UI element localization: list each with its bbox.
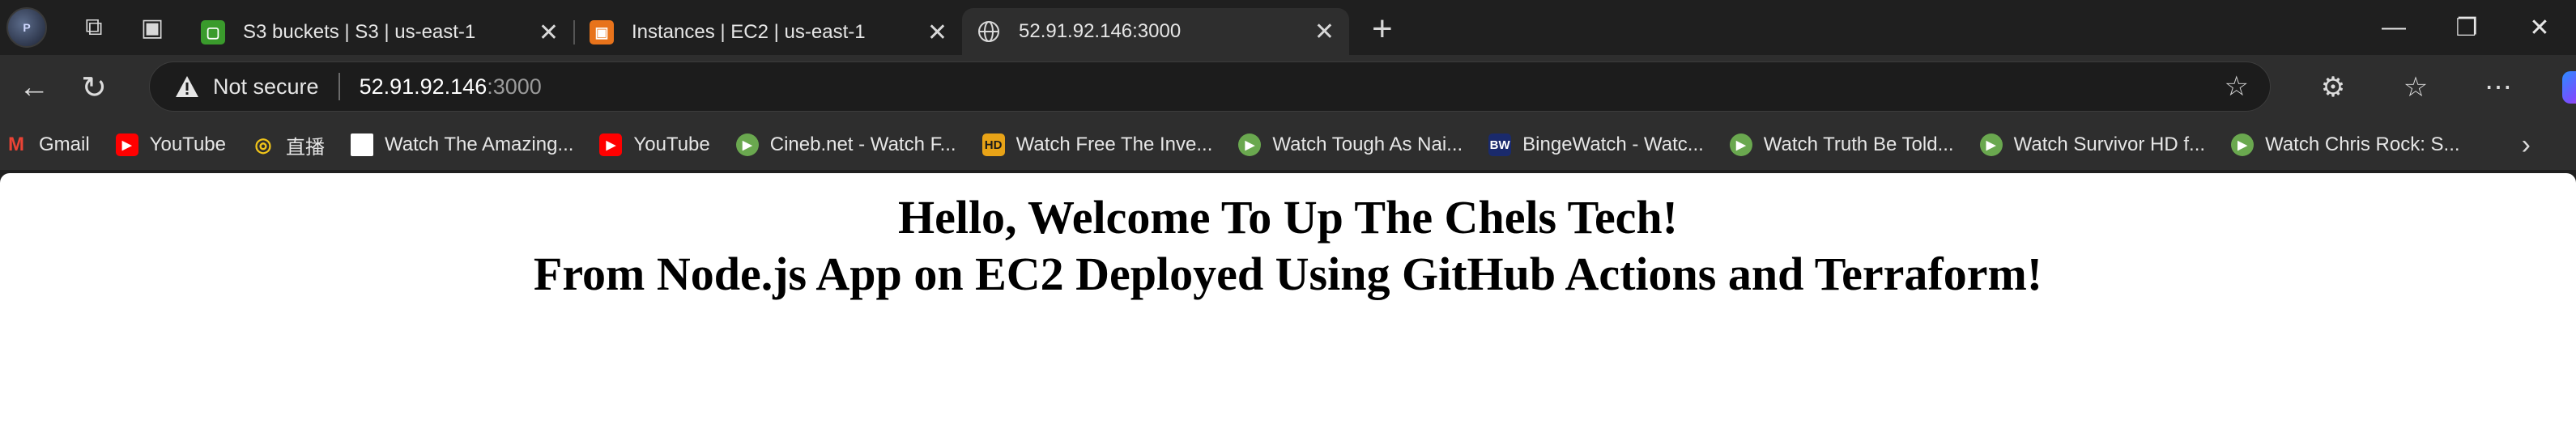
minimize-icon[interactable]: —: [2357, 14, 2430, 41]
bookmark-label: BingeWatch - Watc...: [1522, 134, 1704, 155]
extensions-icon[interactable]: ⚙: [2292, 71, 2374, 104]
bookmark-survivor[interactable]: ▶ Watch Survivor HD f...: [1979, 134, 2206, 156]
new-tab-icon[interactable]: +: [1372, 9, 1393, 49]
tab-s3-buckets[interactable]: ▢ S3 buckets | S3 | us-east-1 ✕: [186, 10, 573, 55]
address-divider: [338, 73, 340, 100]
page-content: Hello, Welcome To Up The Chels Tech! Fro…: [0, 173, 2576, 445]
bookmark-gmail[interactable]: M Gmail: [5, 134, 90, 156]
live-icon: ◎: [254, 134, 272, 156]
tab-strip: P ⧉ ▣ ▢ S3 buckets | S3 | us-east-1 ✕ ▣ …: [0, 0, 2576, 55]
page-heading: Hello, Welcome To Up The Chels Tech!: [897, 191, 1679, 244]
toolbar: ← ↻ Not secure 52.91.92.146 :3000 ☆ ⚙ ☆ …: [0, 55, 2576, 120]
url-host: 52.91.92.146: [359, 74, 488, 99]
restore-icon[interactable]: ❐: [2430, 14, 2503, 42]
gmail-icon: M: [8, 134, 24, 155]
back-icon[interactable]: ←: [8, 61, 60, 113]
tab-label: S3 buckets | S3 | us-east-1: [243, 21, 476, 43]
bookmark-amazing[interactable]: Watch The Amazing...: [350, 134, 574, 156]
toolbar-right: ⚙ ☆ ⋯: [2292, 55, 2576, 120]
bookmark-label: Watch Tough As Nai...: [1272, 134, 1463, 155]
bookmark-label: YouTube: [633, 134, 710, 155]
refresh-icon[interactable]: ↻: [68, 61, 120, 113]
bookmark-label: Watch Chris Rock: S...: [2265, 134, 2460, 155]
browser-window: P ⧉ ▣ ▢ S3 buckets | S3 | us-east-1 ✕ ▣ …: [0, 0, 2576, 445]
security-status[interactable]: Not secure: [213, 74, 319, 100]
tab-strip-leading: P ⧉ ▣: [0, 0, 186, 55]
bookmark-inve[interactable]: HD Watch Free The Inve...: [981, 134, 1213, 156]
favorite-star-icon[interactable]: ☆: [2225, 70, 2249, 103]
play-icon: ▶: [1979, 134, 2003, 156]
window-controls: — ❐ ✕: [2357, 0, 2576, 55]
youtube-icon: ▶: [115, 134, 138, 156]
close-tab-icon[interactable]: ✕: [927, 19, 947, 47]
page-subheading: From Node.js App on EC2 Deployed Using G…: [533, 248, 2043, 300]
tab-ec2-instances[interactable]: ▣ Instances | EC2 | us-east-1 ✕: [575, 10, 962, 55]
globe-icon: [977, 19, 1001, 44]
workspaces-icon[interactable]: ⧉: [70, 3, 118, 52]
url-port: :3000: [487, 74, 542, 99]
bookmark-live[interactable]: ◎ 直播: [252, 131, 325, 159]
chevron-right-icon[interactable]: ›: [2522, 129, 2531, 161]
bookmarks-bar: M Gmail ▶ YouTube ◎ 直播 Watch The Amazing...…: [0, 120, 2576, 170]
address-bar[interactable]: Not secure 52.91.92.146 :3000 ☆: [149, 61, 2271, 112]
ec2-icon: ▣: [590, 20, 614, 44]
tab-label: Instances | EC2 | us-east-1: [632, 21, 866, 43]
bookmark-cineb[interactable]: ▶ Cineb.net - Watch F...: [735, 134, 956, 156]
play-icon: ▶: [1729, 134, 1752, 156]
bookmark-chris-rock[interactable]: ▶ Watch Chris Rock: S...: [2231, 134, 2460, 156]
close-window-icon[interactable]: ✕: [2503, 14, 2576, 42]
close-tab-icon[interactable]: ✕: [1314, 18, 1335, 46]
bookmark-label: Gmail: [39, 134, 90, 155]
close-tab-icon[interactable]: ✕: [539, 19, 559, 47]
bw-icon: BW: [1488, 134, 1512, 156]
hd-icon: HD: [981, 134, 1005, 156]
profile-avatar[interactable]: P: [6, 7, 47, 48]
play-icon: ▶: [2231, 134, 2255, 156]
bookmark-bingewatch[interactable]: BW BingeWatch - Watc...: [1488, 134, 1704, 156]
bookmark-youtube-2[interactable]: ▶ YouTube: [599, 134, 710, 156]
tab-node-app[interactable]: 52.91.92.146:3000 ✕: [962, 8, 1349, 55]
s3-icon: ▢: [201, 20, 225, 44]
play-icon: ▶: [1238, 134, 1262, 156]
bookmark-label: Watch Survivor HD f...: [2013, 134, 2206, 155]
warning-icon[interactable]: [174, 74, 200, 100]
bookmark-label: YouTube: [149, 134, 226, 155]
tab-label: 52.91.92.146:3000: [1019, 20, 1182, 42]
bookmark-label: Watch The Amazing...: [384, 134, 574, 155]
bookmark-tough[interactable]: ▶ Watch Tough As Nai...: [1238, 134, 1463, 156]
copilot-icon[interactable]: [2562, 71, 2576, 104]
favorites-icon[interactable]: ☆: [2374, 71, 2457, 104]
bookmark-youtube[interactable]: ▶ YouTube: [115, 134, 226, 156]
page-icon: [350, 134, 373, 156]
bookmark-label: Watch Free The Inve...: [1015, 134, 1213, 155]
play-icon: ▶: [735, 134, 759, 156]
bookmark-label: Cineb.net - Watch F...: [769, 134, 956, 155]
bookmark-label: Watch Truth Be Told...: [1763, 134, 1954, 155]
tab-actions-icon[interactable]: ▣: [128, 3, 177, 52]
more-options-icon[interactable]: ⋯: [2457, 71, 2540, 104]
bookmark-truth[interactable]: ▶ Watch Truth Be Told...: [1729, 134, 1954, 156]
youtube-icon: ▶: [599, 134, 623, 156]
bookmark-label: 直播: [285, 136, 325, 159]
